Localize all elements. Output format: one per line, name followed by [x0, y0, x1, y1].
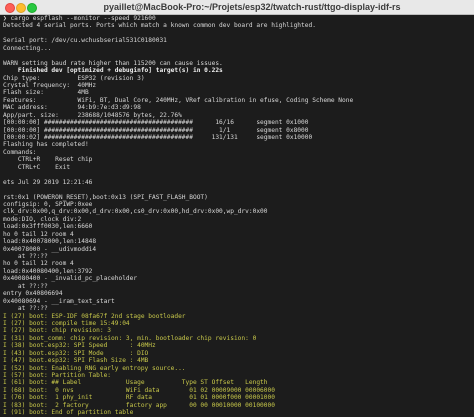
terminal-line: I (91) boot: End of partition table [3, 409, 134, 417]
terminal-line: Finished dev [optimized + debuginfo] tar… [3, 67, 223, 75]
terminal-line: load:0x40080400,len:3792 [3, 267, 93, 275]
terminal-line: I (38) boot.esp32: SPI Speed : 40MHz [3, 342, 156, 350]
terminal-line: Chip type: ESP32 (revision 3) [3, 74, 145, 82]
terminal-line: configsip: 0, SPIWP:0xee [3, 200, 93, 208]
title-bar[interactable]: pyaillet@MacBook-Pro:~/Projets/esp32/twa… [0, 0, 474, 15]
terminal-line: I (83) boot: 2 factory factory app 00 00… [3, 401, 275, 409]
terminal-line: ho 0 tail 12 room 4 [3, 260, 74, 268]
terminal-line: load:0x40078000,len:14848 [3, 238, 97, 246]
terminal-line: Features: WiFi, BT, Dual Core, 240MHz, V… [3, 96, 354, 104]
minimize-window-button[interactable] [16, 3, 26, 13]
terminal-line: 0x40080400 - _invalid_pc_placeholder [3, 275, 138, 283]
terminal-line: I (43) boot.esp32: SPI Mode : DIO [3, 349, 149, 357]
terminal-line: Commands: [3, 148, 37, 156]
terminal-line: load:0x3fff0030,len:6660 [3, 223, 93, 231]
terminal-line: [00:00:02] #############################… [3, 134, 313, 141]
terminal-line: rst:0x1 (POWERON_RESET),boot:0x13 (SPI_F… [3, 193, 208, 201]
terminal-line: I (76) boot: 1 phy_init RF data 01 01 00… [3, 394, 275, 402]
terminal-line: mode:DIO, clock div:2 [3, 215, 82, 223]
terminal-line: I (57) boot: Partition Table: [3, 372, 112, 379]
terminal-line: 0x40078000 - __udivmoddi4 [3, 245, 97, 253]
terminal-line: App/part. size: 238688/1048576 bytes, 22… [3, 111, 182, 119]
terminal-line: clk_drv:0x00,q_drv:0x00,d_drv:0x00,cs0_d… [3, 208, 268, 216]
terminal-line: I (27) boot: ESP-IDF 08fa67f 2nd stage b… [3, 312, 186, 320]
terminal-line: Serial port: /dev/cu.wchusbserial531C018… [3, 37, 167, 45]
terminal-line: ❯ cargo espflash --monitor --speed 92160… [3, 15, 156, 22]
terminal-line: I (68) boot: 0 nvs WiFi data 01 02 00009… [3, 386, 275, 394]
terminal-line: [00:00:00] #############################… [3, 126, 309, 134]
terminal-line: ho 0 tail 12 room 4 [3, 230, 74, 238]
terminal-line: at ??:?? [3, 253, 48, 260]
terminal-line: I (52) boot: Enabling RNG early entropy … [3, 364, 186, 372]
terminal-line: at ??:?? [3, 282, 48, 290]
terminal-line: Detected 4 serial ports. Ports which mat… [3, 22, 316, 30]
terminal-line: I (27) boot: chip revision: 3 [3, 327, 112, 335]
terminal-line: Flash size: 4MB [3, 89, 89, 97]
terminal-line: 0x40080694 - __iram_text_start [3, 297, 115, 305]
zoom-window-button[interactable] [27, 3, 37, 13]
terminal-line: I (31) boot_comm: chip revision: 3, min.… [3, 334, 257, 342]
close-window-button[interactable] [5, 3, 15, 13]
terminal-line: Flashing has completed! [3, 141, 89, 149]
terminal-line: entry 0x40806694 [3, 290, 63, 298]
terminal-line: Crystal frequency: 40MHz [3, 81, 97, 89]
terminal-line: ets Jul 29 2019 12:21:46 [3, 178, 93, 186]
terminal-line: [00:00:00] #############################… [3, 119, 309, 127]
window-title: pyaillet@MacBook-Pro:~/Projets/esp32/twa… [103, 2, 401, 12]
terminal-line: CTRL+R Reset chip [3, 156, 93, 164]
terminal-line: I (27) boot: compile time 15:49:04 [3, 319, 130, 327]
terminal-line: at ??:?? [3, 305, 48, 313]
terminal-line: I (47) boot.esp32: SPI Flash Size : 4MB [3, 357, 149, 365]
terminal-line: Connecting... [3, 44, 52, 52]
terminal-line: CTRL+C Exit [3, 163, 71, 171]
terminal-line: WARN setting baud rate higher than 11520… [3, 59, 223, 67]
terminal-window: pyaillet@MacBook-Pro:~/Projets/esp32/twa… [0, 0, 474, 417]
terminal-output[interactable]: ❯ cargo espflash --monitor --speed 92160… [0, 15, 474, 417]
terminal-line: I (61) boot: ## Label Usage Type ST Offs… [3, 379, 268, 387]
terminal-line: MAC address: 94:b9:7e:d3:d9:98 [3, 104, 141, 112]
